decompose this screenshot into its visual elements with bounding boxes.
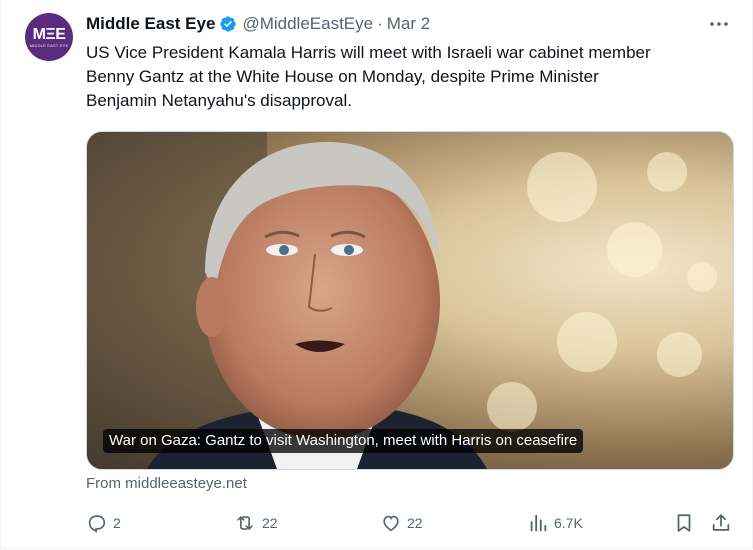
share-button[interactable]	[710, 510, 732, 536]
views-count: 6.7K	[554, 515, 583, 531]
link-card-headline[interactable]: War on Gaza: Gantz to visit Washington, …	[103, 429, 584, 453]
portrait-photo	[87, 132, 487, 469]
reply-count: 2	[113, 515, 121, 531]
like-icon	[380, 512, 402, 534]
retweet-count: 22	[262, 515, 278, 531]
retweet-icon	[233, 512, 257, 534]
reply-icon	[86, 512, 108, 534]
like-count: 22	[407, 515, 423, 531]
like-button[interactable]: 22	[380, 510, 423, 536]
retweet-button[interactable]: 22	[233, 510, 278, 536]
avatar[interactable]: MΞE MIDDLE EAST EYE	[25, 13, 73, 61]
reply-button[interactable]: 2	[86, 510, 121, 536]
author-name[interactable]: Middle East Eye	[86, 14, 215, 34]
views-icon	[527, 512, 549, 534]
action-bar: 2 22 22 6.7K	[86, 510, 736, 536]
tweet-text: US Vice President Kamala Harris will mee…	[86, 43, 651, 110]
avatar-logo-subtitle: MIDDLE EAST EYE	[29, 42, 69, 48]
share-icon	[710, 512, 732, 534]
tweet-header: Middle East Eye @MiddleEastEye · Mar 2	[86, 12, 430, 36]
avatar-logo-mark: MΞE	[32, 25, 66, 43]
link-source[interactable]: From middleeasteye.net	[86, 475, 247, 492]
tweet-timestamp[interactable]: Mar 2	[387, 14, 430, 34]
verified-badge-icon[interactable]	[219, 15, 237, 33]
author-handle[interactable]: @MiddleEastEye	[242, 14, 373, 34]
bookmark-icon	[673, 512, 695, 534]
more-icon[interactable]	[707, 14, 731, 34]
views-button[interactable]: 6.7K	[527, 510, 583, 536]
link-card-image[interactable]: War on Gaza: Gantz to visit Washington, …	[86, 131, 734, 470]
tweet-card[interactable]: MΞE MIDDLE EAST EYE Middle East Eye @Mid…	[0, 0, 753, 549]
bookmark-button[interactable]	[673, 510, 695, 536]
header-separator: ·	[377, 14, 383, 33]
